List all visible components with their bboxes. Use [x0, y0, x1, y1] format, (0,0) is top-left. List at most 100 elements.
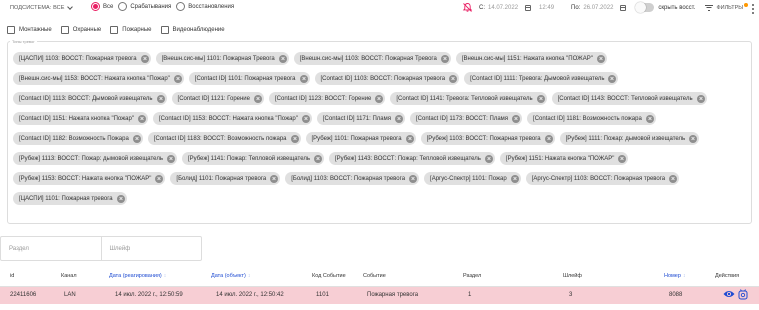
remove-chip-icon[interactable] — [409, 174, 418, 183]
checkbox-label: Видеонаблюдение — [172, 27, 225, 33]
subsystem-select[interactable]: ПОДСИСТЕМА: ВСЕ — [10, 4, 73, 11]
from-date-value: 14.07.2022 — [488, 4, 519, 11]
remove-chip-icon[interactable] — [440, 54, 449, 63]
remove-chip-icon[interactable] — [608, 74, 617, 83]
col-number-label: Номер — [664, 273, 681, 279]
table-row[interactable]: 22411606 LAN 14 июл. 2022 г., 12:50:59 1… — [0, 287, 759, 304]
chip-label: [Болид] 1103: ВОССТ: Пожарная тревога — [291, 175, 406, 182]
remove-chip-icon[interactable] — [645, 114, 654, 123]
remove-chip-icon[interactable] — [155, 174, 164, 183]
remove-chip-icon[interactable] — [116, 194, 125, 203]
remove-chip-icon[interactable] — [510, 174, 519, 183]
to-date-field[interactable]: 26.07.2022 — [583, 4, 627, 11]
checkbox-fire[interactable]: Пожарные — [110, 26, 152, 34]
remove-chip-icon[interactable] — [544, 134, 553, 143]
cell-loop: 3 — [569, 292, 573, 298]
top-toolbar: ПОДСИСТЕМА: ВСЕ Все Срабатывания Восстан… — [0, 0, 759, 17]
remove-chip-icon[interactable] — [696, 94, 705, 103]
col-date-react[interactable]: Дата (реагирования) ↕ — [109, 273, 166, 279]
remove-chip-icon[interactable] — [270, 174, 279, 183]
chip-label: [Внешн.сис-мы] 1103: ВОССТ: Пожарная Тре… — [299, 55, 437, 62]
radio-triggers[interactable]: Срабатывания — [118, 2, 171, 11]
alarm-type-chip: [Contact ID] 1171: Пламя — [316, 112, 405, 125]
remove-chip-icon[interactable] — [375, 94, 384, 103]
radio-label: Срабатывания — [130, 3, 172, 10]
chip-label: [Внешн.сис-мы] 1153: ВОССТ: Нажата кнопк… — [19, 75, 170, 82]
video-camera-icon[interactable] — [738, 289, 748, 300]
remove-chip-icon[interactable] — [618, 154, 627, 163]
remove-chip-icon[interactable] — [132, 134, 141, 143]
alarm-type-chip: [Болид] 1101: Пожарная тревога — [170, 172, 281, 185]
calendar-icon[interactable] — [620, 4, 627, 11]
col-loop: Шлейф — [563, 273, 582, 279]
subsystem-label: ПОДСИСТЕМА: ВСЕ — [10, 5, 65, 11]
more-menu-icon[interactable] — [752, 4, 754, 14]
sort-icon: ↕ — [163, 273, 167, 279]
checkbox-security[interactable]: Охранные — [60, 26, 101, 34]
remove-chip-icon[interactable] — [254, 94, 262, 103]
remove-chip-icon[interactable] — [512, 114, 521, 123]
remove-chip-icon[interactable] — [669, 174, 678, 183]
col-actions: Действия — [715, 273, 740, 279]
alarm-type-chip: [Внешн.сис-мы] 1151: Нажата кнопка "ПОЖА… — [455, 52, 607, 65]
remove-chip-icon[interactable] — [395, 114, 403, 123]
radio-indicator — [176, 2, 186, 11]
remove-chip-icon[interactable] — [313, 154, 322, 163]
chip-label: [Contact ID] 1103: ВОССТ: Пожарная трево… — [320, 75, 446, 82]
remove-chip-icon[interactable] — [140, 54, 149, 63]
remove-chip-icon[interactable] — [278, 54, 287, 63]
alarm-type-chip: [Contact ID] 1121: Горение — [171, 92, 264, 105]
alarm-type-chip: [Рубеж] 1151: Нажата кнопка "ПОЖАР" — [499, 152, 629, 165]
filter-icon — [705, 4, 714, 11]
alarm-type-chip: [Contact ID] 1183: ВОССТ: Возможность по… — [147, 132, 301, 145]
remove-chip-icon[interactable] — [449, 74, 458, 83]
checkbox-label: Пожарные — [122, 27, 152, 33]
remove-chip-icon[interactable] — [536, 94, 545, 103]
hide-restore-toggle[interactable] — [635, 2, 655, 13]
category-checkboxes: Монтажные Охранные Пожарные Видеонаблюде… — [7, 26, 225, 34]
from-date-field[interactable]: 14.07.2022 12:49 — [488, 4, 554, 11]
event-kind-radio-group: Все Срабатывания Восстановления — [91, 2, 234, 11]
cell-event-code: 1101 — [316, 292, 329, 298]
remove-chip-icon[interactable] — [689, 134, 698, 143]
checkbox-video[interactable]: Видеонаблюдение — [160, 26, 225, 34]
col-event: Событие — [363, 273, 386, 279]
calendar-icon[interactable] — [525, 4, 532, 11]
eye-icon[interactable] — [723, 290, 735, 298]
remove-chip-icon[interactable] — [173, 74, 182, 83]
radio-label: Восстановления — [188, 3, 235, 10]
remove-chip-icon[interactable] — [405, 134, 414, 143]
chip-label: [Внешн.сис-мы] 1101: Пожарная Тревога — [161, 55, 275, 62]
alarm-type-chip: [Contact ID] 1182: Возможность Пожара — [13, 132, 143, 145]
checkbox-installation[interactable]: Монтажные — [7, 26, 52, 34]
loop-input[interactable]: Шлейф — [100, 237, 202, 260]
section-input[interactable]: Раздел — [1, 237, 101, 260]
chip-label: [Contact ID] 1123: ВОССТ: Горение — [275, 95, 372, 102]
filters-button[interactable]: ФИЛЬТРЫ — [705, 2, 749, 11]
remove-chip-icon[interactable] — [290, 134, 299, 143]
alarm-type-chip: [Contact ID] 1113: ВОССТ: Дымовой извеща… — [13, 92, 167, 105]
chip-label: [Рубеж] 1153: ВОССТ: Нажата кнопка "ПОЖА… — [19, 175, 152, 182]
alarm-type-chip: [Contact ID] 1173: ВОССТ: Пламя — [410, 112, 523, 125]
remove-chip-icon[interactable] — [299, 74, 308, 83]
alarm-type-chip: [Рубеж] 1113: ВОССТ: Пожар: дымовой изве… — [13, 152, 177, 165]
cell-date-object: 14 июл. 2022 г., 12:50:42 — [216, 292, 284, 298]
alarm-type-chip: [Contact ID] 1123: ВОССТ: Горение — [269, 92, 386, 105]
remove-chip-icon[interactable] — [166, 154, 175, 163]
remove-chip-icon[interactable] — [137, 114, 146, 123]
radio-restores[interactable]: Восстановления — [176, 2, 234, 11]
to-label: По: — [571, 4, 581, 11]
col-date-object[interactable]: Дата (объект) ↕ — [211, 273, 250, 279]
remove-chip-icon[interactable] — [156, 94, 165, 103]
bell-off-icon[interactable] — [462, 2, 473, 13]
remove-chip-icon[interactable] — [301, 114, 310, 123]
alarm-type-chips: [ЦАСПИ] 1103: ВОССТ: Пожарная тревога [Вн… — [13, 52, 748, 205]
remove-chip-icon[interactable] — [596, 54, 605, 63]
alarm-type-chip: [Болид] 1103: ВОССТ: Пожарная тревога — [285, 172, 420, 185]
alarm-type-chip: [Contact ID] 1103: ВОССТ: Пожарная трево… — [314, 72, 460, 85]
sort-icon: ↕ — [247, 273, 251, 279]
remove-chip-icon[interactable] — [484, 154, 493, 163]
radio-all[interactable]: Все — [91, 2, 113, 11]
alarm-type-chip: [Contact ID] 1141: Тревога: Тепловой изв… — [390, 92, 547, 105]
col-number[interactable]: Номер ↕ — [664, 273, 685, 279]
